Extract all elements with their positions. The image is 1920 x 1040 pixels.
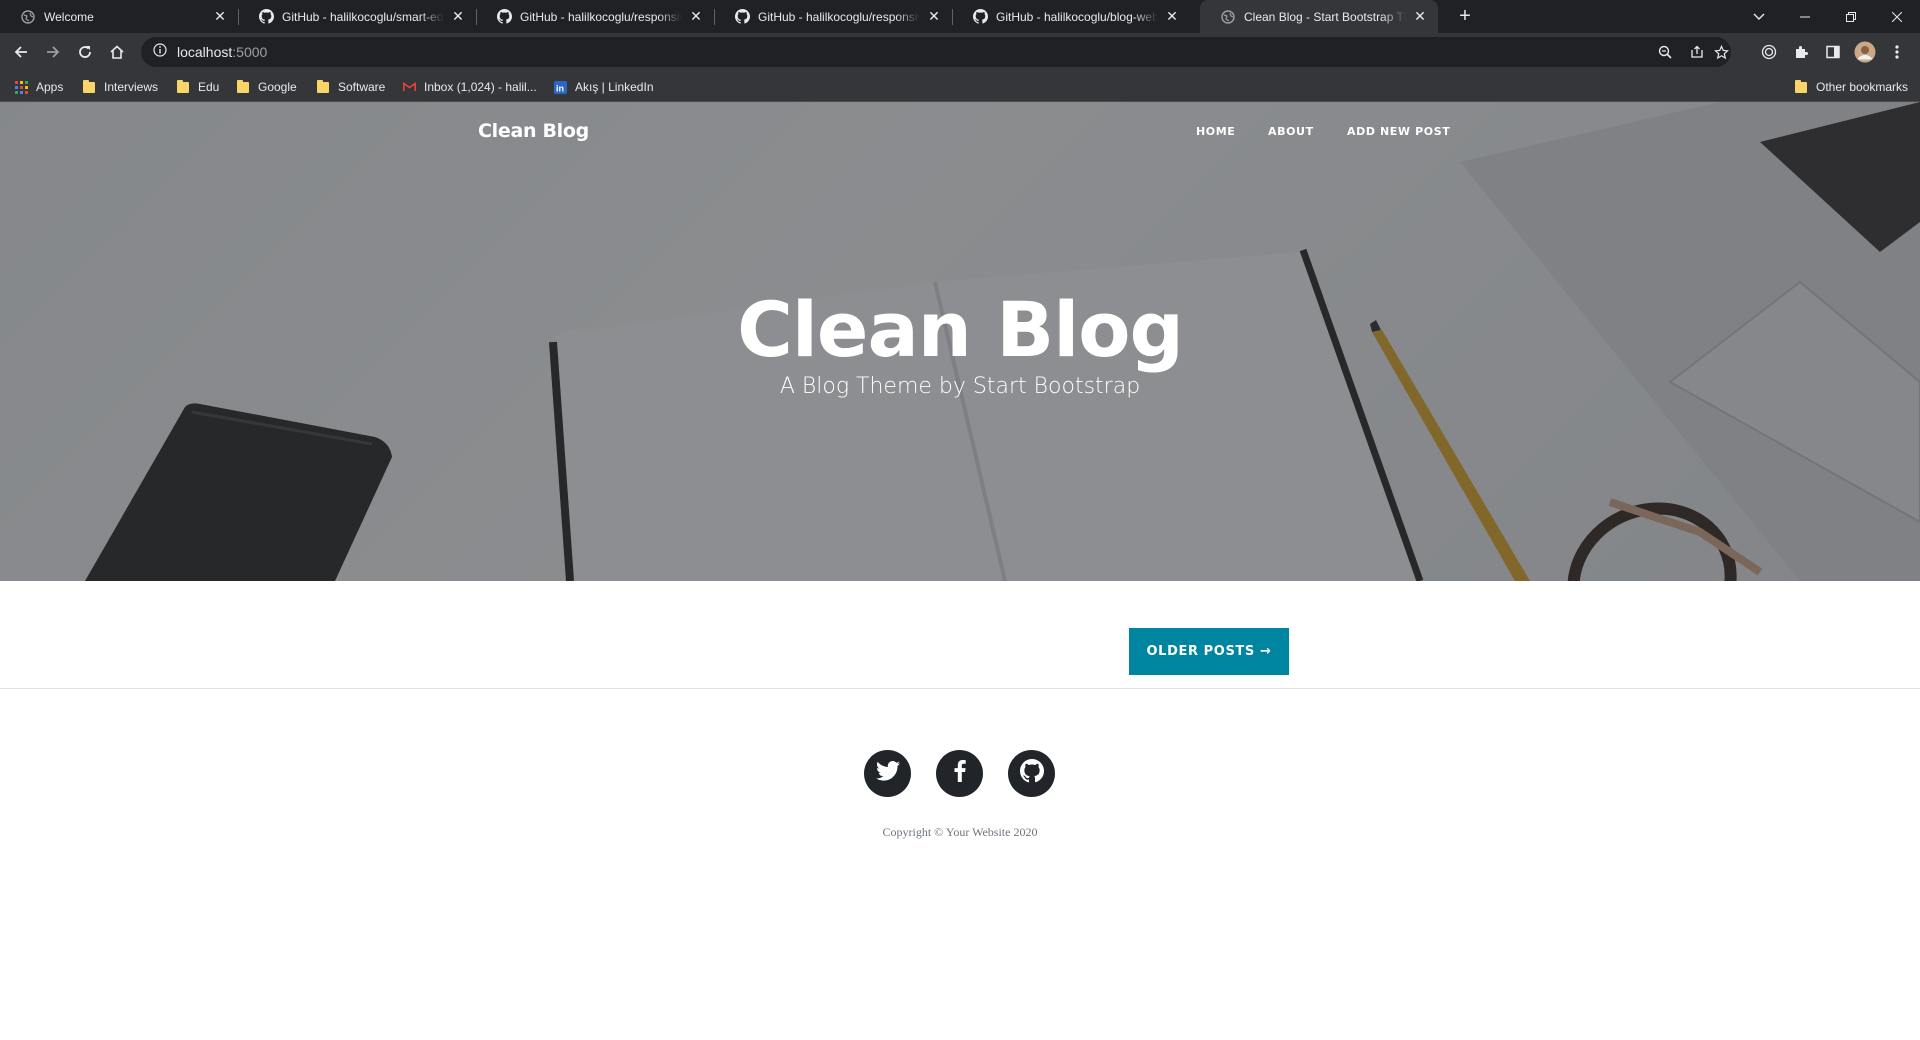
web-page: Clean Blog HOME ABOUT ADD NEW POST Clean… <box>0 102 1920 1040</box>
tab-close-icon[interactable]: ✕ <box>1412 8 1428 25</box>
github-icon <box>734 9 750 25</box>
bookmark-folder-software[interactable]: Software <box>316 77 385 97</box>
svg-text:in: in <box>556 83 564 93</box>
bookmark-label: Inbox (1,024) - halil... <box>424 80 537 94</box>
github-icon <box>972 9 988 25</box>
url-port: :5000 <box>232 44 268 60</box>
share-icon[interactable] <box>1689 44 1705 60</box>
folder-icon <box>316 79 330 94</box>
tab-clean-blog-active[interactable]: Clean Blog - Start Bootstrap Theme ✕ <box>1200 0 1438 33</box>
profile-avatar[interactable] <box>1852 39 1878 65</box>
tab-close-icon[interactable]: ✕ <box>926 8 942 25</box>
site-info-icon[interactable] <box>153 42 167 62</box>
bookmark-linkedin[interactable]: in Akış | LinkedIn <box>553 77 654 97</box>
bookmark-label: Google <box>258 80 297 94</box>
url-host: localhost <box>177 44 233 60</box>
side-panel-icon[interactable] <box>1820 39 1846 65</box>
bookmark-label: Akış | LinkedIn <box>575 80 654 94</box>
tab-close-icon[interactable]: ✕ <box>688 8 704 25</box>
masthead: Clean Blog HOME ABOUT ADD NEW POST Clean… <box>0 102 1920 581</box>
bookmarks-bar: Apps Interviews Edu Google Software Inbo… <box>0 71 1920 102</box>
nav-link-add-new-post[interactable]: ADD NEW POST <box>1347 125 1450 138</box>
bookmark-label: Interviews <box>104 80 159 94</box>
site-brand-link[interactable]: Clean Blog <box>478 120 589 142</box>
tab-title: GitHub - halilkocoglu/responsive <box>520 9 682 24</box>
nav-link-about[interactable]: ABOUT <box>1268 125 1314 138</box>
linkedin-icon: in <box>553 80 567 94</box>
folder-icon <box>82 79 96 94</box>
bookmark-star-icon[interactable] <box>1713 44 1729 60</box>
tab-github-smart-edu[interactable]: GitHub - halilkocoglu/smart-edu ✕ <box>238 0 476 33</box>
minimize-button[interactable] <box>1782 0 1828 33</box>
github-link[interactable] <box>1008 750 1055 797</box>
tab-github-blog-website[interactable]: GitHub - halilkocoglu/blog-webs ✕ <box>952 0 1190 33</box>
bookmark-gmail-inbox[interactable]: Inbox (1,024) - halil... <box>402 77 537 97</box>
github-icon <box>496 9 512 25</box>
gmail-icon <box>402 80 416 94</box>
folder-icon <box>176 79 190 94</box>
tab-title: Welcome <box>44 9 94 24</box>
tab-welcome[interactable]: Welcome ✕ <box>0 0 238 33</box>
globe-icon <box>1220 9 1236 25</box>
twitter-link[interactable] <box>864 750 911 797</box>
tab-close-icon[interactable]: ✕ <box>212 8 228 25</box>
tab-close-icon[interactable]: ✕ <box>450 8 466 25</box>
tab-search-chevron-icon[interactable] <box>1736 0 1782 33</box>
site-navbar: Clean Blog HOME ABOUT ADD NEW POST <box>0 102 1920 162</box>
url-text: localhost:5000 <box>177 44 267 60</box>
tab-title: GitHub - halilkocoglu/responsive <box>758 9 920 24</box>
new-tab-button[interactable]: + <box>1454 5 1476 27</box>
page-title: Clean Blog <box>737 285 1184 374</box>
github-icon <box>258 9 274 25</box>
address-bar[interactable]: localhost:5000 <box>141 37 1731 67</box>
tab-strip: Welcome ✕ GitHub - halilkocoglu/smart-ed… <box>0 0 1920 33</box>
bookmark-other[interactable]: Other bookmarks <box>1794 77 1908 97</box>
folder-icon <box>236 79 250 94</box>
bookmark-folder-edu[interactable]: Edu <box>176 77 219 97</box>
facebook-icon <box>954 760 966 787</box>
tab-github-responsive-1[interactable]: GitHub - halilkocoglu/responsive ✕ <box>476 0 714 33</box>
older-posts-button[interactable]: OLDER POSTS → <box>1129 628 1289 675</box>
tab-title: GitHub - halilkocoglu/blog-webs <box>996 9 1158 24</box>
zoom-icon[interactable] <box>1657 44 1673 60</box>
bookmark-label: Other bookmarks <box>1816 80 1909 94</box>
footer-divider <box>0 688 1920 689</box>
home-button[interactable] <box>104 39 130 65</box>
bookmark-label: Software <box>338 80 386 94</box>
tab-close-icon[interactable]: ✕ <box>1164 8 1180 25</box>
apps-grid-icon <box>14 80 28 94</box>
close-window-button[interactable] <box>1874 0 1920 33</box>
nav-link-home[interactable]: HOME <box>1196 125 1235 138</box>
forward-button[interactable] <box>40 39 66 65</box>
bookmark-label: Edu <box>198 80 220 94</box>
twitter-icon <box>875 761 900 786</box>
folder-icon <box>1794 79 1808 94</box>
tab-title: Clean Blog - Start Bootstrap Theme <box>1244 9 1406 24</box>
facebook-link[interactable] <box>936 750 983 797</box>
bookmark-folder-google[interactable]: Google <box>236 77 297 97</box>
copyright-text: Copyright © Your Website 2020 <box>882 825 1038 839</box>
browser-menu-icon[interactable] <box>1884 39 1910 65</box>
browser-toolbar: localhost:5000 <box>0 33 1920 71</box>
globe-icon <box>20 9 36 25</box>
extension-record-icon[interactable] <box>1756 39 1782 65</box>
bookmark-label: Apps <box>36 80 64 94</box>
back-button[interactable] <box>8 39 34 65</box>
bookmark-folder-interviews[interactable]: Interviews <box>82 77 158 97</box>
github-icon <box>1019 759 1044 788</box>
tab-github-responsive-2[interactable]: GitHub - halilkocoglu/responsive ✕ <box>714 0 952 33</box>
extensions-puzzle-icon[interactable] <box>1788 39 1814 65</box>
bookmark-apps[interactable]: Apps <box>14 77 63 97</box>
reload-button[interactable] <box>72 39 98 65</box>
restore-button[interactable] <box>1828 0 1874 33</box>
page-subtitle: A Blog Theme by Start Bootstrap <box>779 374 1141 399</box>
tab-title: GitHub - halilkocoglu/smart-edu <box>282 9 444 24</box>
